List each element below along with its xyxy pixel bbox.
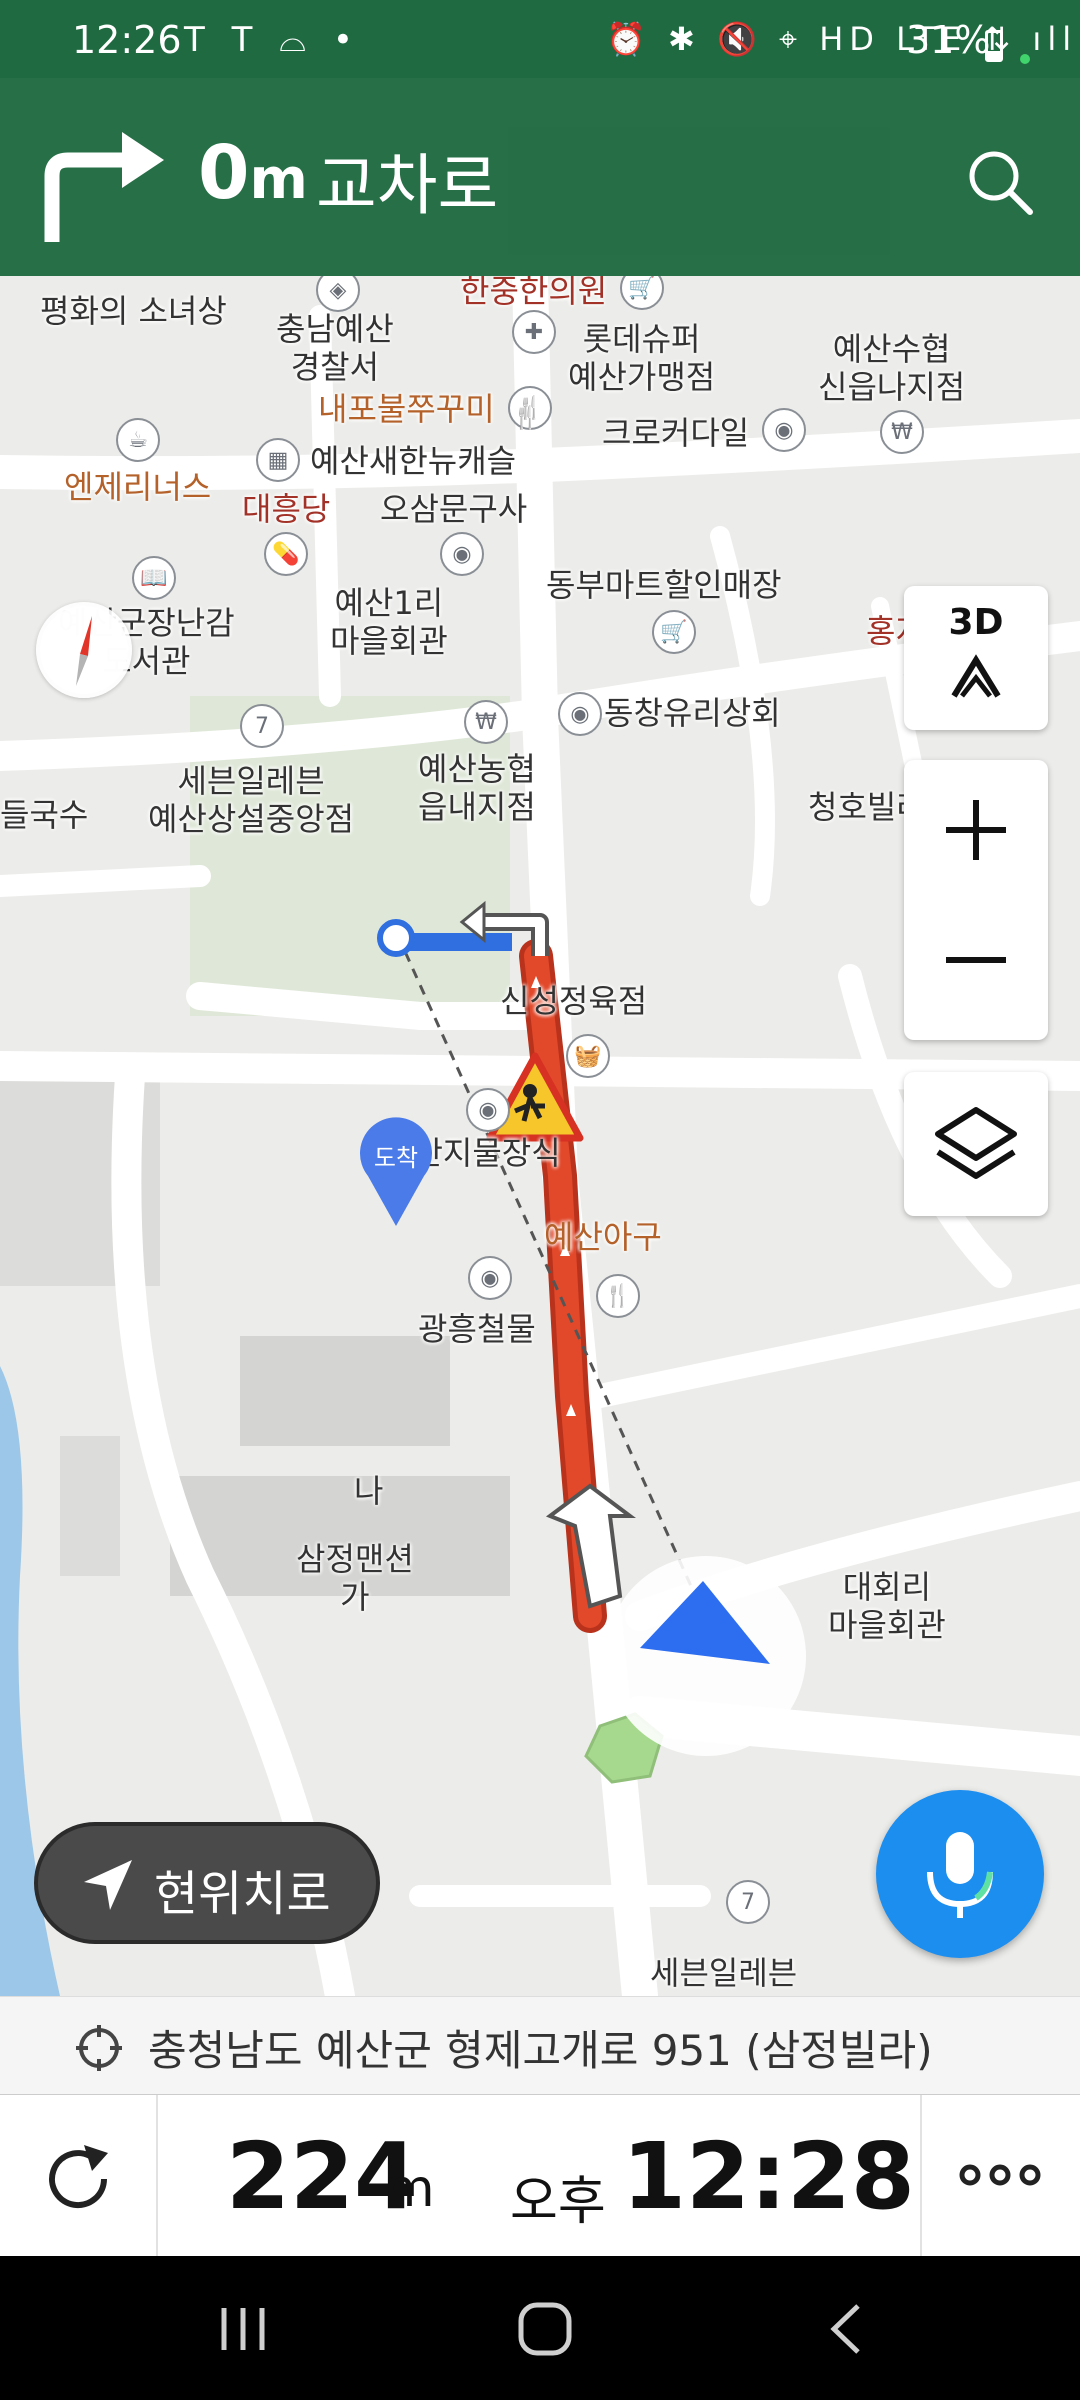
location-arrow-icon <box>84 1860 132 1910</box>
shopping-cart-poi-icon[interactable]: 🛒 <box>652 610 696 654</box>
map-view[interactable]: 평화의 소녀상 충남예산 경찰서 한중한의원 롯데슈퍼 예산가맹점 예산수협 신… <box>0 276 1080 1996</box>
zoom-in-button[interactable] <box>904 760 1048 900</box>
map-label-na: 나 <box>354 1472 384 1510</box>
current-address-text: 충청남도 예산군 형제고개로 951 (삼정빌라) <box>148 2026 933 2075</box>
bank-poi-icon[interactable]: ₩ <box>464 700 508 744</box>
map-label-enjer: 엔제리너스 <box>64 468 212 506</box>
map-label-seven1: 세븐일레븐 예산상설중앙점 <box>148 762 355 838</box>
pharmacy-poi-icon[interactable]: 💊 <box>264 532 308 576</box>
map-label-guksu: 들국수 <box>0 796 89 834</box>
convenience-store-poi-icon[interactable]: 7 <box>726 1880 770 1924</box>
reroute-icon[interactable] <box>38 2139 118 2219</box>
battery-percent: 31% <box>906 18 991 62</box>
map-label-samjeong: 삼정맨션 가 <box>296 1540 414 1616</box>
store-poi-icon[interactable]: ◉ <box>440 532 484 576</box>
map-layers-button[interactable] <box>904 1072 1048 1216</box>
status-bar: 12:26 T T ⌓ • ⏰ ✱ 🔇 ⌖ HD LTE ⇅ ıll 31% <box>0 0 1080 78</box>
search-icon[interactable] <box>960 142 1040 222</box>
destination-pin-label: 도착 <box>374 1144 418 1172</box>
restaurant-poi-icon[interactable]: 🍴 <box>504 396 548 440</box>
navigation-header: 0m 교차로 <box>0 78 1080 276</box>
map-label-seven2: 세븐일레븐 <box>650 1954 798 1992</box>
store-poi-icon[interactable]: ◉ <box>762 408 806 452</box>
map-label-daeheung: 대흥당 <box>242 490 331 528</box>
maneuver-distance-unit: m <box>249 147 308 212</box>
map-label-hanjung: 한중한의원 <box>460 276 608 310</box>
zoom-control <box>904 760 1048 1040</box>
map-label-dongbu: 동부마트할인매장 <box>546 566 782 604</box>
perspective-icon <box>951 654 1001 698</box>
convenience-store-poi-icon[interactable]: 7 <box>240 704 284 748</box>
shopping-basket-poi-icon[interactable]: 🧺 <box>566 1034 610 1078</box>
view-3d-label: 3D <box>948 602 1004 643</box>
current-location-button[interactable]: 현위치로 <box>34 1822 380 1944</box>
destination-pin-icon[interactable]: 도착 <box>358 1116 434 1228</box>
store-poi-icon[interactable]: ◉ <box>558 692 602 736</box>
microphone-icon <box>927 1832 993 1918</box>
hospital-poi-icon[interactable]: ✚ <box>512 310 556 354</box>
divider <box>920 2095 922 2257</box>
divider <box>156 2095 158 2257</box>
maneuver-distance: 0m <box>198 130 308 216</box>
battery-icon <box>985 30 1003 62</box>
map-label-crocodile: 크로커다일 <box>602 414 750 452</box>
map-label-osam: 오삼문구사 <box>380 490 528 528</box>
map-label-gwangheung: 광흥철물 <box>418 1310 536 1348</box>
more-options-icon[interactable] <box>958 2163 1042 2187</box>
recent-apps-icon[interactable] <box>216 2304 270 2354</box>
trip-summary-bar: 224 m 오후 12:28 <box>0 2094 1080 2257</box>
back-icon[interactable] <box>826 2302 866 2356</box>
maneuver-road-name: 교차로 <box>316 147 499 224</box>
turn-right-icon <box>44 132 164 242</box>
privacy-dot-icon <box>1020 54 1030 64</box>
layers-icon <box>935 1107 1017 1179</box>
remaining-distance-unit: m <box>384 2159 435 2219</box>
current-location-label: 현위치로 <box>154 1866 331 1922</box>
map-label-daehoe: 대회리 마을회관 <box>828 1568 946 1644</box>
restaurant-poi-icon[interactable]: 🍴 <box>596 1274 640 1318</box>
system-status-icons: ⏰ ✱ 🔇 ⌖ HD LTE ⇅ ıll <box>606 20 1078 58</box>
bank-poi-icon[interactable]: ₩ <box>880 410 924 454</box>
crosshair-icon <box>76 2025 122 2071</box>
map-label-naepo: 내포불쭈꾸미 <box>318 390 495 428</box>
status-time: 12:26 <box>72 18 182 62</box>
view-3d-button[interactable]: 3D <box>904 586 1048 730</box>
library-poi-icon[interactable]: 📖 <box>132 556 176 600</box>
cafe-poi-icon[interactable]: ☕ <box>116 418 160 462</box>
zoom-out-button[interactable] <box>904 900 1048 1040</box>
eta-time: 12:28 <box>622 2123 915 2230</box>
eta-ampm: 오후 <box>510 2172 606 2232</box>
map-label-lotte: 롯데슈퍼 예산가맹점 <box>568 320 716 396</box>
system-navigation-bar <box>0 2256 1080 2400</box>
map-label-maeul1: 예산1리 마을회관 <box>330 584 448 660</box>
map-label-chungnam-police: 충남예산 경찰서 <box>276 310 394 386</box>
notification-icons: T T ⌓ • <box>184 20 361 60</box>
map-label-hanu: 예산새한뉴캐슬 <box>310 442 517 480</box>
current-address-bar: 충청남도 예산군 형제고개로 951 (삼정빌라) <box>0 1996 1080 2095</box>
map-label-pyeonghwa: 평화의 소녀상 <box>40 292 227 330</box>
map-label-agu: 예산아구 <box>544 1218 662 1256</box>
voice-search-button[interactable] <box>876 1790 1044 1958</box>
store-poi-icon[interactable]: ◉ <box>468 1256 512 1300</box>
maneuver-distance-value: 0 <box>198 130 250 216</box>
map-label-yesan-sinup: 예산수협 신읍나지점 <box>818 330 966 406</box>
map-label-dongchang: 동창유리상회 <box>604 694 781 732</box>
compass-icon[interactable] <box>36 602 132 698</box>
store-poi-icon[interactable]: ◉ <box>466 1088 510 1132</box>
building-poi-icon[interactable]: ▦ <box>256 438 300 482</box>
home-icon[interactable] <box>516 2300 574 2358</box>
map-label-shinsung: 신성정육점 <box>500 982 648 1020</box>
map-label-nonghyup: 예산농협 읍내지점 <box>418 750 536 826</box>
